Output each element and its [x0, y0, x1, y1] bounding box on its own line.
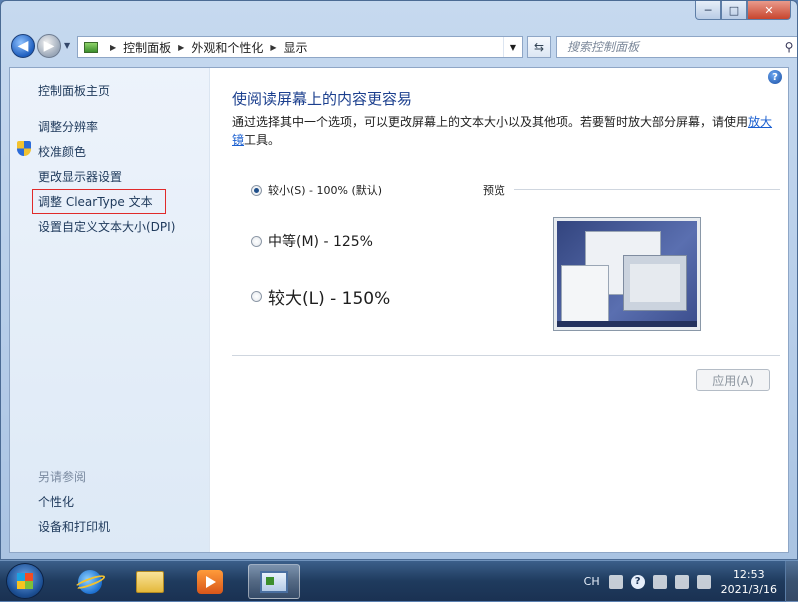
control-panel-icon — [260, 570, 288, 593]
system-tray: CH ? 12:53 2021/3/16 — [579, 561, 798, 602]
see-also-title: 另请参阅 — [38, 470, 87, 484]
apply-button[interactable]: 应用(A) — [696, 369, 770, 391]
maximize-button[interactable]: □ — [721, 1, 747, 20]
show-desktop-button[interactable] — [785, 561, 798, 602]
main-panel: ? 使阅读屏幕上的内容更容易 通过选择其中一个选项，可以更改屏幕上的文本大小以及… — [209, 68, 788, 552]
divider — [232, 355, 780, 356]
sidebar-item-resolution[interactable]: 调整分辨率 — [38, 118, 98, 135]
keyboard-icon[interactable] — [608, 574, 623, 589]
help-icon[interactable]: ? — [768, 70, 782, 84]
preview-taskbar — [557, 321, 697, 327]
taskbar-control-panel[interactable] — [248, 564, 300, 599]
search-input[interactable] — [557, 39, 780, 55]
sidebar-item-devices-printers[interactable]: 设备和打印机 — [38, 518, 110, 535]
taskbar-internet-explorer[interactable] — [64, 564, 116, 599]
preview-label: 预览 — [483, 184, 505, 197]
option-smaller-label[interactable]: 较小(S) - 100% (默认) — [268, 182, 382, 198]
option-larger-label[interactable]: 较大(L) - 150% — [268, 284, 390, 309]
control-panel-window: ─ □ ✕ ◀ ▶ ▼ ▶ 控制面板 ▶ 外观和个性化 ▶ 显示 ▼ ⇆ ⚲ 控… — [0, 0, 798, 560]
windows-start-icon[interactable] — [6, 563, 44, 599]
preview-window — [623, 255, 687, 311]
intro-text: 通过选择其中一个选项，可以更改屏幕上的文本大小以及其他项。若要暂时放大部分屏幕，… — [232, 113, 777, 149]
preview-window — [561, 265, 609, 325]
flag-icon[interactable] — [652, 574, 667, 589]
radio-larger[interactable] — [251, 291, 262, 302]
back-arrow-icon[interactable]: ◀ — [11, 34, 35, 58]
sidebar-item-personalization[interactable]: 个性化 — [38, 493, 74, 510]
internet-explorer-icon — [78, 569, 102, 594]
sidebar-item-display-settings[interactable]: 更改显示器设置 — [38, 168, 122, 185]
folder-icon — [136, 570, 164, 593]
sidebar: 控制面板主页 调整分辨率 校准颜色 更改显示器设置 调整 ClearType 文… — [10, 68, 210, 552]
sidebar-item-home[interactable]: 控制面板主页 — [38, 82, 110, 99]
media-player-icon — [197, 569, 223, 594]
breadcrumb-control-panel[interactable]: 控制面板 — [123, 39, 171, 56]
radio-smaller[interactable] — [251, 184, 262, 196]
content-area: 控制面板主页 调整分辨率 校准颜色 更改显示器设置 调整 ClearType 文… — [9, 67, 789, 553]
address-bar[interactable]: ▶ 控制面板 ▶ 外观和个性化 ▶ 显示 ▼ — [77, 36, 523, 58]
breadcrumb-display[interactable]: 显示 — [284, 39, 308, 56]
forward-arrow-icon[interactable]: ▶ — [37, 34, 61, 58]
preview-divider — [514, 189, 780, 190]
network-icon[interactable] — [674, 574, 689, 589]
caption-buttons: ─ □ ✕ — [695, 1, 791, 20]
option-medium[interactable]: 中等(M) - 125% — [251, 231, 373, 251]
search-icon[interactable]: ⚲ — [780, 40, 797, 54]
sidebar-item-calibrate-color[interactable]: 校准颜色 — [38, 143, 86, 160]
recent-pages-chevron-down-icon[interactable]: ▼ — [64, 41, 70, 50]
chevron-right-icon[interactable]: ▶ — [270, 43, 276, 52]
preview-image — [553, 217, 701, 331]
clock-time: 12:53 — [732, 567, 765, 581]
volume-icon[interactable] — [696, 574, 711, 589]
search-box[interactable]: ⚲ — [556, 36, 797, 58]
language-indicator[interactable]: CH — [584, 575, 600, 588]
chevron-right-icon[interactable]: ▶ — [110, 43, 116, 52]
intro-tail: 工具。 — [244, 133, 281, 147]
sidebar-item-custom-dpi[interactable]: 设置自定义文本大小(DPI) — [38, 218, 175, 235]
option-larger[interactable]: 较大(L) - 150% — [251, 284, 390, 309]
help-icon[interactable]: ? — [630, 574, 645, 589]
clock-date: 2021/3/16 — [720, 582, 777, 596]
option-medium-label[interactable]: 中等(M) - 125% — [268, 231, 373, 251]
chevron-right-icon[interactable]: ▶ — [178, 43, 184, 52]
option-smaller[interactable]: 较小(S) - 100% (默认) — [251, 182, 382, 198]
navigation-bar: ◀ ▶ ▼ ▶ 控制面板 ▶ 外观和个性化 ▶ 显示 ▼ ⇆ ⚲ — [9, 33, 797, 61]
taskbar-explorer[interactable] — [124, 564, 176, 599]
control-panel-icon — [84, 41, 98, 53]
clock[interactable]: 12:53 2021/3/16 — [721, 567, 777, 597]
radio-medium[interactable] — [251, 235, 262, 247]
close-button[interactable]: ✕ — [747, 1, 791, 20]
intro-body: 通过选择其中一个选项，可以更改屏幕上的文本大小以及其他项。若要暂时放大部分屏幕，… — [232, 115, 749, 129]
refresh-icon[interactable]: ⇆ — [527, 36, 551, 58]
page-title: 使阅读屏幕上的内容更容易 — [232, 90, 413, 108]
sidebar-item-cleartype[interactable]: 调整 ClearType 文本 — [32, 189, 166, 214]
preview-screen — [557, 221, 697, 327]
minimize-button[interactable]: ─ — [695, 1, 721, 20]
breadcrumb-appearance[interactable]: 外观和个性化 — [191, 39, 263, 56]
taskbar-media-player[interactable] — [184, 564, 236, 599]
shield-icon — [17, 141, 31, 156]
address-chevron-down-icon[interactable]: ▼ — [503, 37, 522, 57]
taskbar: CH ? 12:53 2021/3/16 — [0, 560, 798, 602]
